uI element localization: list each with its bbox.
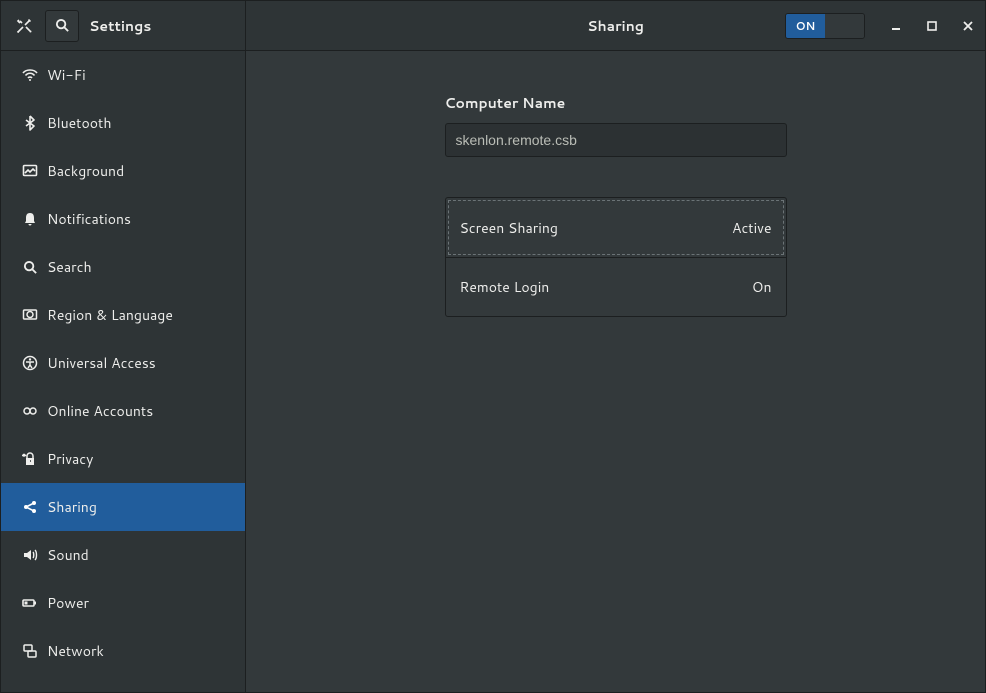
panel-title: Sharing — [587, 16, 644, 36]
sidebar-item-universal-access[interactable]: Universal Access — [1, 339, 245, 387]
main-panel: Sharing ON — [246, 1, 985, 692]
sound-icon — [17, 547, 43, 563]
app-title: Settings — [89, 16, 151, 36]
computer-name-label: Computer Name — [445, 93, 787, 113]
sidebar-item-label: Background — [47, 161, 124, 181]
sidebar-item-label: Sound — [47, 545, 89, 565]
sidebar-item-label: Sharing — [47, 497, 97, 517]
switch-on-label: ON — [786, 14, 825, 38]
row-value: Active — [732, 218, 772, 238]
sidebar-item-wifi[interactable]: Wi-Fi — [1, 51, 245, 99]
sidebar-item-label: Network — [47, 641, 104, 661]
maximize-button[interactable] — [923, 17, 941, 35]
sidebar-item-search[interactable]: Search — [1, 243, 245, 291]
screen-sharing-row[interactable]: Screen Sharing Active — [446, 198, 786, 257]
online-accounts-icon — [17, 403, 43, 419]
universal-access-icon — [17, 355, 43, 371]
settings-icon — [9, 11, 39, 41]
sharing-options-list: Screen Sharing Active Remote Login On — [445, 197, 787, 317]
sidebar-item-sharing[interactable]: Sharing — [1, 483, 245, 531]
sidebar-item-region[interactable]: Region & Language — [1, 291, 245, 339]
row-label: Remote Login — [460, 277, 550, 297]
row-label: Screen Sharing — [460, 218, 558, 238]
sidebar: Settings Wi-Fi Bluetooth — [1, 1, 246, 692]
sidebar-list: Wi-Fi Bluetooth Background — [1, 51, 245, 692]
power-icon — [17, 595, 43, 611]
privacy-icon — [17, 451, 43, 467]
search-button[interactable] — [45, 10, 79, 42]
sidebar-item-bluetooth[interactable]: Bluetooth — [1, 99, 245, 147]
sharing-icon — [17, 499, 43, 515]
switch-knob — [825, 14, 864, 38]
window-controls — [887, 17, 977, 35]
sidebar-item-online-accounts[interactable]: Online Accounts — [1, 387, 245, 435]
bell-icon — [17, 211, 43, 227]
background-icon — [17, 163, 43, 179]
main-headerbar: Sharing ON — [246, 1, 985, 51]
search-icon — [17, 260, 43, 275]
sidebar-item-sound[interactable]: Sound — [1, 531, 245, 579]
sidebar-item-privacy[interactable]: Privacy — [1, 435, 245, 483]
sidebar-item-power[interactable]: Power — [1, 579, 245, 627]
sidebar-headerbar: Settings — [1, 1, 245, 51]
sidebar-item-network[interactable]: Network — [1, 627, 245, 675]
wifi-icon — [17, 67, 43, 83]
content-inner: Computer Name Screen Sharing Active Remo… — [445, 93, 787, 317]
sidebar-item-label: Bluetooth — [47, 113, 111, 133]
sidebar-item-label: Privacy — [47, 449, 93, 469]
row-value: On — [752, 277, 772, 297]
sidebar-item-background[interactable]: Background — [1, 147, 245, 195]
sidebar-item-label: Wi-Fi — [47, 65, 86, 85]
bluetooth-icon — [17, 115, 43, 131]
header-controls: ON — [785, 13, 977, 39]
sharing-master-switch[interactable]: ON — [785, 13, 865, 39]
sidebar-item-label: Region & Language — [47, 305, 173, 325]
remote-login-row[interactable]: Remote Login On — [446, 257, 786, 316]
sidebar-item-label: Search — [47, 257, 92, 277]
sidebar-item-label: Universal Access — [47, 353, 156, 373]
network-icon — [17, 643, 43, 659]
computer-name-input[interactable] — [445, 123, 787, 157]
panel-content: Computer Name Screen Sharing Active Remo… — [246, 51, 985, 692]
close-button[interactable] — [959, 17, 977, 35]
sidebar-item-label: Online Accounts — [47, 401, 153, 421]
sidebar-item-label: Power — [47, 593, 89, 613]
sidebar-item-notifications[interactable]: Notifications — [1, 195, 245, 243]
sidebar-item-label: Notifications — [47, 209, 131, 229]
region-language-icon — [17, 307, 43, 323]
minimize-button[interactable] — [887, 17, 905, 35]
